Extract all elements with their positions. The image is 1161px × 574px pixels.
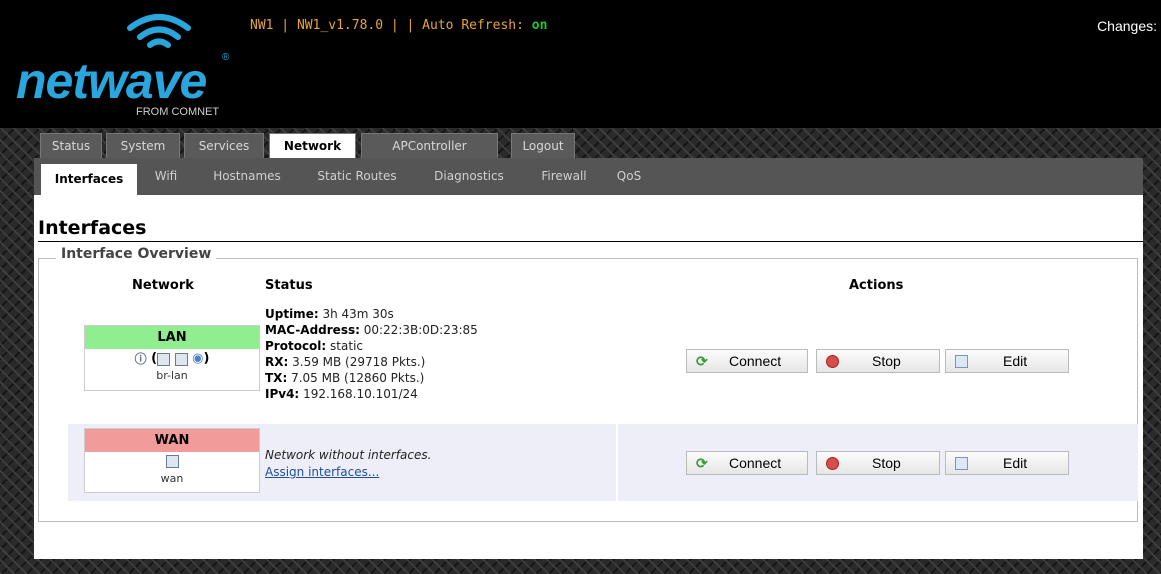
lan-label: LAN [85,326,259,349]
fieldset-legend: Interface Overview [56,246,217,262]
lan-stop-button[interactable]: Stop [816,349,940,373]
lan-icons: ⓘ ( ◉) [85,349,259,369]
status-value: static [330,339,363,353]
status-line: Uptime: 3h 43m 30s [265,306,478,322]
edit-label: Edit [1003,353,1028,369]
lan-connect-button[interactable]: ⟳ Connect [686,349,808,373]
subnav-firewall[interactable]: Firewall [529,158,599,195]
status-line: RX: 3.59 MB (29718 Pkts.) [265,354,478,370]
lan-edit-button[interactable]: Edit [945,349,1069,373]
status-value: 7.05 MB (12860 Pkts.) [291,371,425,385]
status-key: RX: [265,355,289,369]
status-key: Uptime: [265,307,319,321]
status-value: 3h 43m 30s [322,307,394,321]
connect-label: Connect [729,455,782,471]
wan-stop-button[interactable]: Stop [816,451,940,475]
subnav-diagnostics[interactable]: Diagnostics [423,158,515,195]
header-info: NW1 | NW1_v1.78.0 | | Auto Refresh: on [250,18,547,33]
subnav-wifi[interactable]: Wifi [146,158,186,195]
logo-subtitle: FROM COMNET [136,106,220,118]
page-title: Interfaces [38,217,147,239]
tab-network[interactable]: Network [269,133,356,159]
subnav-hostnames[interactable]: Hostnames [202,158,292,195]
lan-device: br-lan [156,369,188,382]
edit-icon [955,355,968,368]
connect-label: Connect [729,353,782,369]
stop-icon [826,355,839,368]
wifi-logo-icon [127,14,191,48]
status-line: IPv4: 192.168.10.101/24 [265,386,478,402]
port-icon [174,352,188,366]
stop-label: Stop [872,455,901,471]
wifi-icon: ◉ [192,351,204,366]
tab-services[interactable]: Services [184,133,264,158]
status-value: 192.168.10.101/24 [303,387,418,401]
header: netwave ® FROM COMNET NW1 | NW1_v1.78.0 … [0,0,1161,128]
stop-label: Stop [872,353,901,369]
tab-apcontroller[interactable]: APController [361,133,498,158]
column-network: Network [132,278,194,293]
wan-device: wan [160,472,184,485]
edit-icon [955,457,968,470]
port-icon [165,455,179,468]
tab-logout[interactable]: Logout [511,133,575,158]
content-panel: Interfaces Interface Overview Network St… [34,195,1143,559]
port-icon [157,352,171,366]
stop-icon [826,457,839,470]
wan-connect-button[interactable]: ⟳ Connect [686,451,808,475]
subnav-static-routes[interactable]: Static Routes [305,158,409,195]
ethernet-icon: ⓘ [134,352,147,366]
status-key: TX: [265,371,288,385]
subnav-qos[interactable]: QoS [612,158,646,195]
header-info-text: NW1 | NW1_v1.78.0 | | Auto Refresh: [250,18,532,33]
status-line: TX: 7.05 MB (12860 Pkts.) [265,370,478,386]
sub-navigation: Interfaces Wifi Hostnames Static Routes … [34,158,1143,195]
wan-icons [85,452,259,472]
logo-word: netwave [16,53,207,109]
wan-status: Network without interfaces. Assign inter… [265,447,431,481]
edit-label: Edit [1003,455,1028,471]
tab-system[interactable]: System [106,133,180,158]
changes-link[interactable]: Changes: [1097,18,1157,34]
wan-interface-box[interactable]: WAN wan [84,428,260,493]
status-key: IPv4: [265,387,300,401]
lan-interface-box[interactable]: LAN ⓘ ( ◉) br-lan [84,325,260,391]
netwave-logo: netwave ® FROM COMNET [16,12,246,120]
status-line: MAC-Address: 00:22:3B:0D:23:85 [265,322,478,338]
wan-edit-button[interactable]: Edit [945,451,1069,475]
title-divider [38,241,1143,242]
status-value: 00:22:3B:0D:23:85 [363,323,478,337]
lan-status: Uptime: 3h 43m 30s MAC-Address: 00:22:3B… [265,306,478,402]
close-paren: ) [203,351,210,366]
wan-label: WAN [85,429,259,452]
status-line: Protocol: static [265,338,478,354]
column-actions: Actions [849,278,904,293]
reconnect-icon: ⟳ [696,455,708,471]
status-key: MAC-Address: [265,323,360,337]
reconnect-icon: ⟳ [696,353,708,369]
status-value: 3.59 MB (29718 Pkts.) [292,355,426,369]
tab-status[interactable]: Status [40,133,102,158]
column-status: Status [265,278,313,293]
wan-message: Network without interfaces. [265,448,432,462]
row-separator [616,424,618,501]
auto-refresh-toggle[interactable]: on [532,18,548,33]
assign-interfaces-link[interactable]: Assign interfaces... [265,465,379,479]
logo-registered: ® [222,52,230,63]
subnav-interfaces[interactable]: Interfaces [41,164,137,195]
status-key: Protocol: [265,339,327,353]
